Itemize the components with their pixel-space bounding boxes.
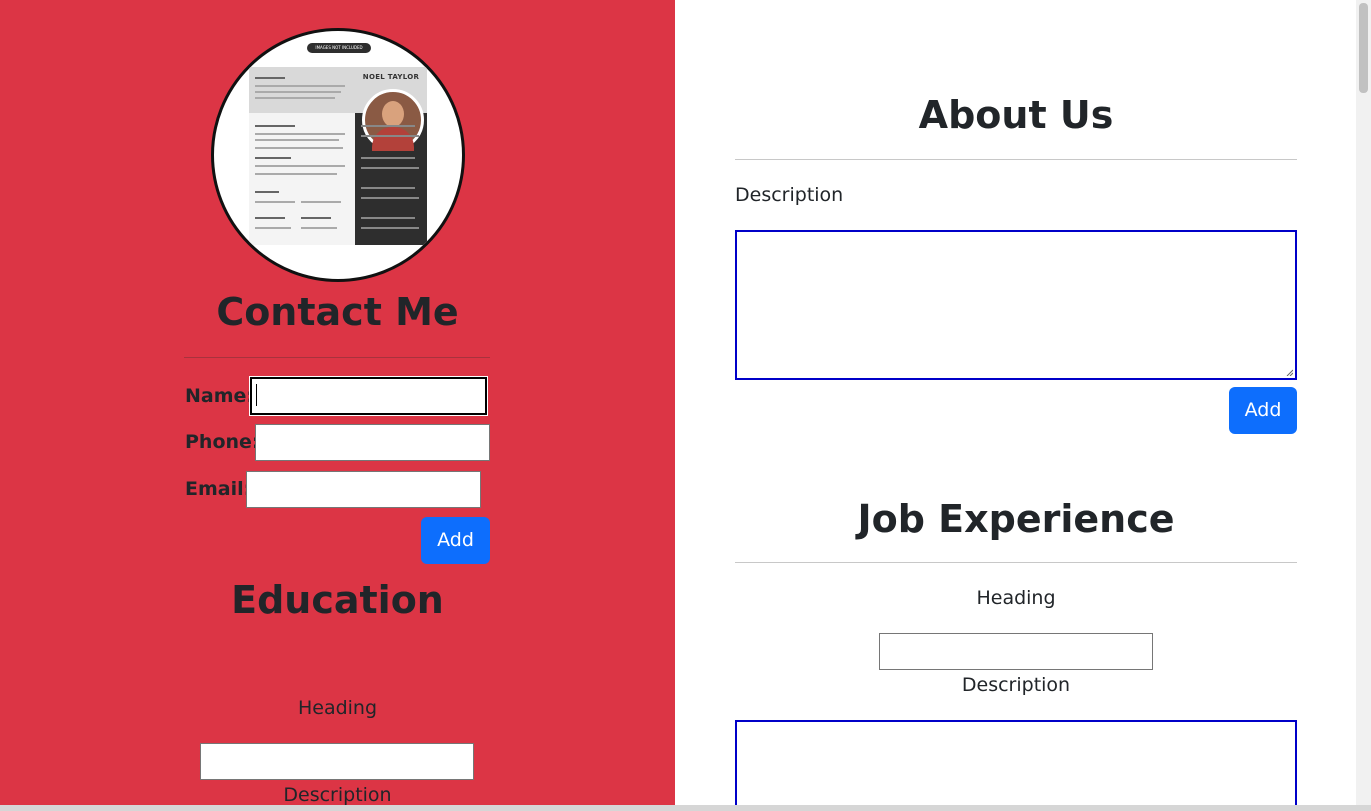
job-divider — [735, 562, 1297, 563]
phone-label: Phone: — [185, 431, 260, 453]
job-heading-input[interactable] — [879, 633, 1153, 670]
about-heading: About Us — [918, 93, 1114, 137]
resize-handle-icon[interactable] — [1285, 368, 1293, 376]
about-description-textarea[interactable] — [735, 230, 1297, 380]
job-description-label: Description — [961, 674, 1071, 696]
name-field[interactable] — [250, 377, 487, 415]
contact-add-button[interactable]: Add — [421, 517, 490, 564]
about-divider — [735, 159, 1297, 160]
scrollbar-thumb[interactable] — [1359, 3, 1368, 93]
job-heading-label: Heading — [976, 587, 1056, 609]
avatar-shirt — [372, 127, 414, 151]
text-caret — [256, 384, 257, 406]
contact-divider — [184, 357, 490, 358]
horizontal-scrollbar[interactable] — [0, 805, 1371, 811]
education-heading: Education — [231, 578, 444, 622]
education-description-label: Description — [283, 784, 392, 806]
about-add-button[interactable]: Add — [1229, 387, 1297, 434]
job-description-textarea[interactable] — [735, 720, 1297, 810]
phone-field[interactable] — [255, 424, 490, 461]
email-label: Email: — [185, 478, 252, 500]
vertical-scrollbar[interactable] — [1356, 0, 1371, 805]
education-heading-input[interactable] — [200, 743, 474, 780]
resume-thumbnail: NOEL TAYLOR — [249, 67, 427, 245]
profile-image: IMAGES NOT INCLUDED NOEL TAYLOR — [211, 28, 465, 282]
avatar-face — [382, 101, 404, 127]
education-heading-label: Heading — [297, 697, 378, 719]
resume-badge: IMAGES NOT INCLUDED — [307, 43, 371, 53]
name-label: Name: — [185, 385, 255, 407]
resume-name: NOEL TAYLOR — [362, 73, 420, 81]
job-heading: Job Experience — [857, 497, 1175, 541]
contact-heading: Contact Me — [216, 290, 459, 334]
avatar — [362, 89, 424, 151]
email-field[interactable] — [246, 471, 481, 508]
about-description-label: Description — [735, 184, 844, 206]
